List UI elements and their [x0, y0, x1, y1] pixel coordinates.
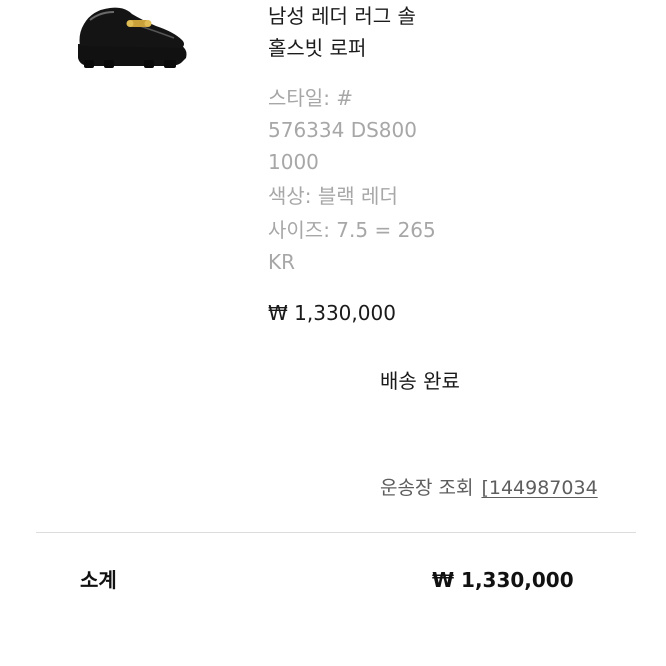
- product-thumbnail[interactable]: [70, 0, 192, 80]
- style-code: 스타일: # 576334 DS800 1000: [268, 82, 498, 178]
- size-line1: 사이즈: 7.5 = 265: [268, 218, 436, 242]
- product-name-line1: 남성 레더 러그 솔: [268, 4, 416, 28]
- color-spec: 색상: 블랙 레더: [268, 184, 398, 208]
- subtotal-value: ₩ 1,330,000: [432, 568, 574, 592]
- size-line2: KR: [268, 250, 296, 274]
- loafer-shoe-image: [78, 7, 187, 68]
- product-name[interactable]: 남성 레더 러그 솔 홀스빗 로퍼: [268, 0, 468, 64]
- subtotal-label: 소계: [80, 568, 117, 592]
- item-price: ₩ 1,330,000: [268, 301, 396, 325]
- divider: [36, 532, 636, 533]
- size-spec: 사이즈: 7.5 = 265 KR: [268, 214, 498, 278]
- tracking-label: 운송장 조회: [380, 477, 474, 499]
- product-name-line2: 홀스빗 로퍼: [268, 36, 367, 60]
- style-line2: 576334 DS800: [268, 118, 417, 142]
- tracking-number-link[interactable]: [144987034: [481, 477, 597, 499]
- style-line1: 스타일: #: [268, 86, 354, 110]
- delivery-status: 배송 완료: [380, 369, 460, 393]
- tracking-row: 운송장 조회 [144987034: [380, 472, 598, 504]
- style-line3: 1000: [268, 150, 319, 174]
